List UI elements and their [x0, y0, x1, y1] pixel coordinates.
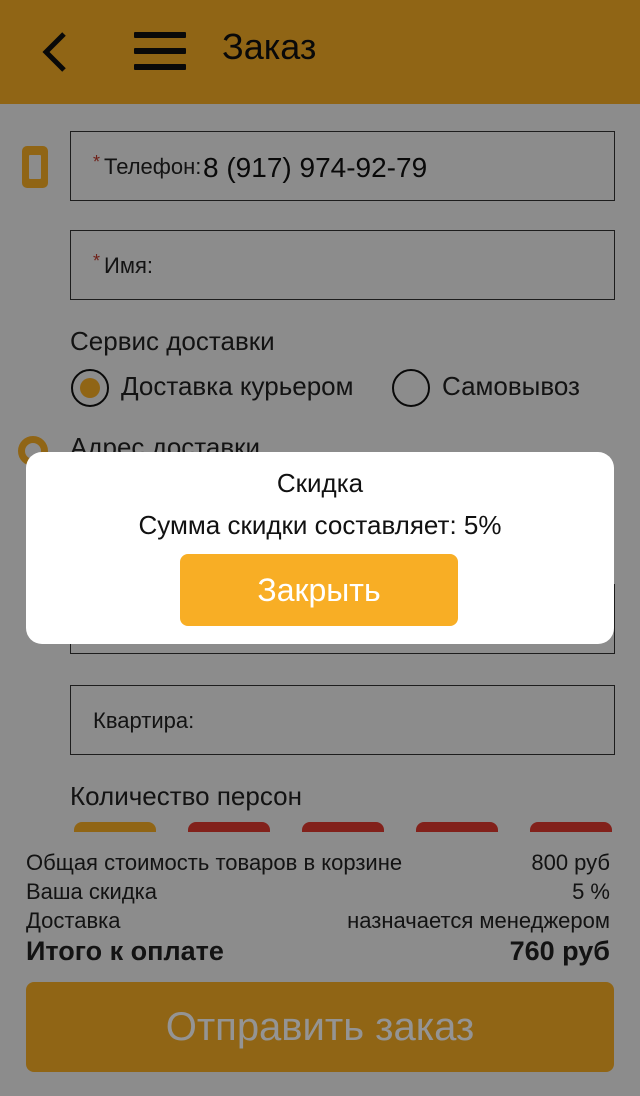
- discount-dialog: Скидка Сумма скидки составляет: 5% Закры…: [26, 452, 614, 644]
- close-button[interactable]: Закрыть: [180, 554, 458, 626]
- dialog-message: Сумма скидки составляет: 5%: [138, 510, 502, 540]
- dialog-title: Скидка: [276, 468, 364, 498]
